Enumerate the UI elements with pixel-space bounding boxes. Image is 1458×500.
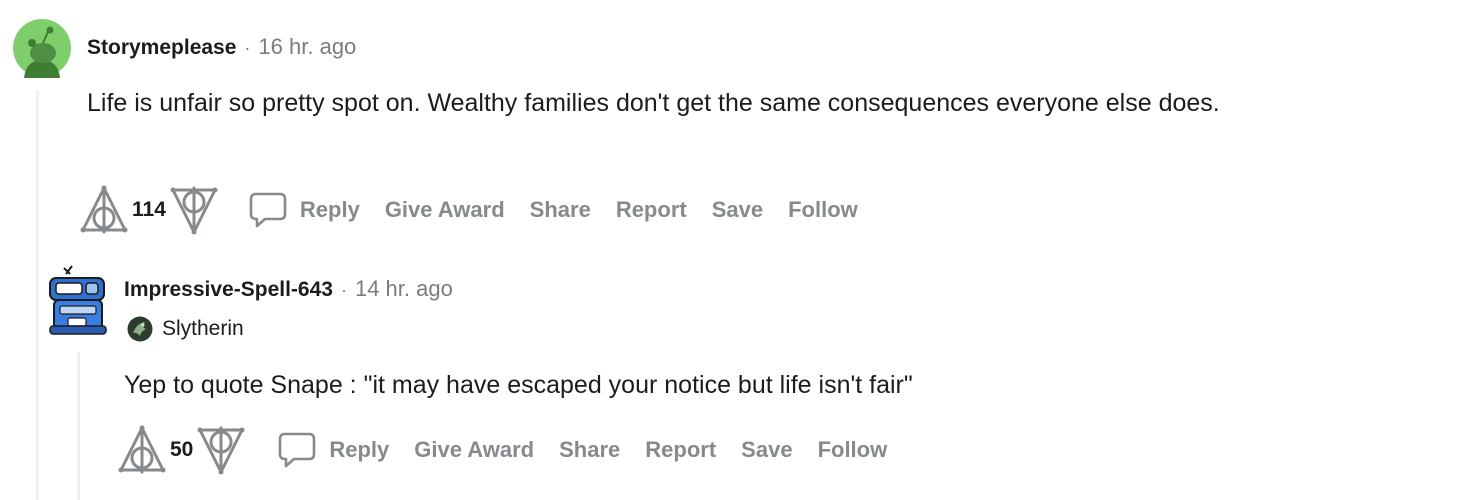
save-button[interactable]: Save (741, 437, 792, 463)
follow-button[interactable]: Follow (818, 437, 888, 463)
downvote-deathly-hallows-icon[interactable] (168, 184, 220, 236)
thread-line[interactable] (36, 90, 39, 500)
save-button[interactable]: Save (712, 197, 763, 223)
upvote-deathly-hallows-icon[interactable] (116, 424, 168, 476)
snoo-avatar-icon (13, 19, 71, 78)
flair-label: Slytherin (162, 317, 244, 340)
robot-avatar-icon (49, 265, 107, 335)
comment-meta: Impressive-Spell-643 · 14 hr. ago (124, 276, 453, 302)
avatar[interactable] (44, 264, 112, 336)
user-flair: Slytherin (127, 316, 244, 342)
comment-bubble-icon (249, 192, 287, 228)
timestamp[interactable]: 14 hr. ago (355, 276, 453, 302)
vote-score: 114 (132, 198, 166, 221)
timestamp[interactable]: 16 hr. ago (258, 34, 356, 60)
reply-label: Reply (329, 437, 390, 462)
reply-button[interactable]: Reply (277, 431, 389, 469)
comment-actions: 114 Reply Give Award Share Report Save F… (78, 184, 858, 236)
thread-line-nested[interactable] (77, 352, 80, 500)
comment-body: Yep to quote Snape : "it may have escape… (124, 371, 913, 399)
author-name[interactable]: Storymeplease (87, 36, 236, 60)
upvote-deathly-hallows-icon[interactable] (78, 184, 130, 236)
slytherin-crest-icon (127, 316, 153, 342)
avatar[interactable] (12, 18, 72, 78)
reply-button[interactable]: Reply (248, 191, 360, 229)
comment-bubble-icon (279, 432, 316, 468)
downvote-deathly-hallows-icon[interactable] (195, 424, 247, 476)
share-button[interactable]: Share (559, 437, 620, 463)
comment-meta: Storymeplease · 16 hr. ago (87, 34, 356, 60)
author-name[interactable]: Impressive-Spell-643 (124, 278, 333, 302)
share-button[interactable]: Share (530, 197, 591, 223)
report-button[interactable]: Report (645, 437, 716, 463)
follow-button[interactable]: Follow (788, 197, 858, 223)
meta-separator: · (244, 38, 251, 58)
vote-score: 50 (170, 438, 194, 461)
give-award-button[interactable]: Give Award (414, 437, 534, 463)
comment-body: Life is unfair so pretty spot on. Wealth… (87, 89, 1220, 117)
give-award-button[interactable]: Give Award (385, 197, 505, 223)
reply-label: Reply (299, 197, 360, 222)
comment-actions: 50 Reply Give Award Share Report Save Fo… (116, 424, 887, 476)
report-button[interactable]: Report (616, 197, 687, 223)
meta-separator: · (340, 280, 347, 300)
